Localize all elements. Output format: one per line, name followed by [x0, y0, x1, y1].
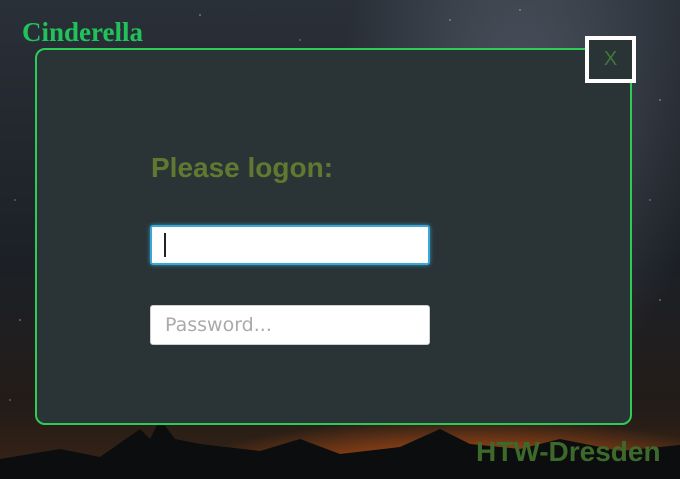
close-button[interactable]: X — [585, 36, 636, 83]
close-icon: X — [603, 48, 618, 70]
password-field[interactable] — [150, 305, 430, 345]
footer-brand: HTW-Dresden — [476, 436, 661, 467]
login-heading: Please logon: — [151, 152, 334, 183]
app-title: Cinderella — [22, 17, 143, 47]
text-caret — [164, 233, 166, 257]
username-field[interactable] — [150, 225, 430, 265]
